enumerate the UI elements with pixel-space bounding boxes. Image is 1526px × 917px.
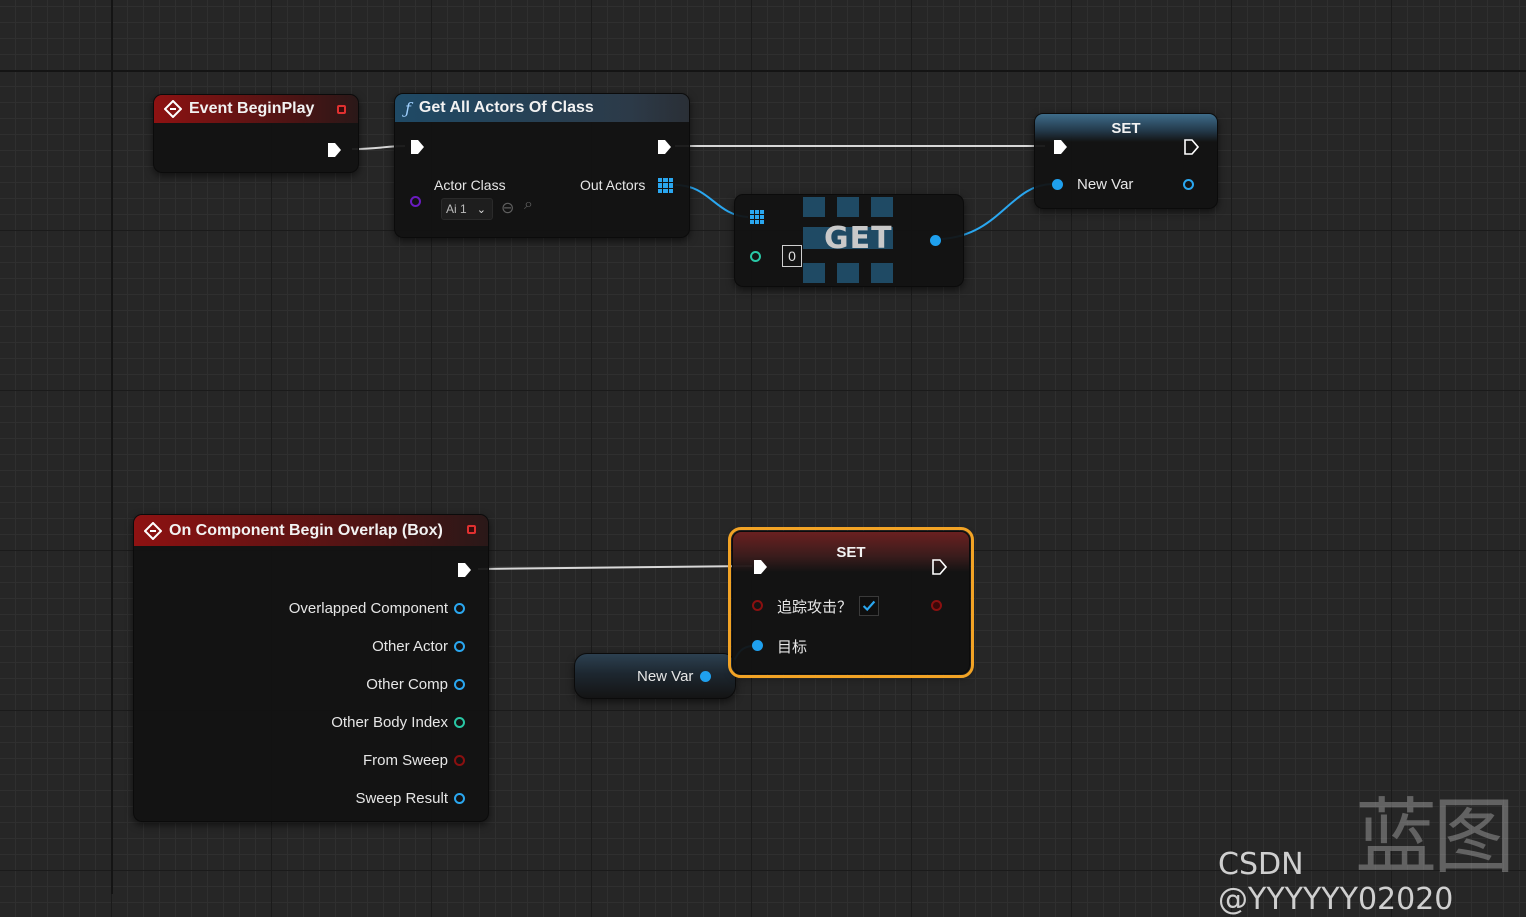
use-selected-asset-icon[interactable]: ⊖ <box>501 198 514 218</box>
actor-class-label: Actor Class <box>434 177 506 193</box>
exec-in-pin[interactable] <box>1052 139 1068 155</box>
exec-in-pin[interactable] <box>752 559 768 575</box>
event-diamond-icon <box>164 100 182 118</box>
delegate-pin[interactable] <box>467 525 476 534</box>
event-beginplay-title: Event BeginPlay <box>189 100 315 117</box>
other-comp-pin[interactable] <box>454 679 465 690</box>
tracking-attack-checkbox[interactable] <box>859 596 879 616</box>
exec-out-pin[interactable] <box>931 559 947 575</box>
from-sweep-label: From Sweep <box>362 752 448 769</box>
delegate-pin[interactable] <box>337 105 346 114</box>
actor-class-pin[interactable] <box>410 196 421 207</box>
exec-out-pin[interactable] <box>1183 139 1199 155</box>
exec-out-pin[interactable] <box>326 142 342 158</box>
get-all-actors-of-class-node[interactable]: ƒ Get All Actors Of Class Actor Class Ai… <box>394 93 690 238</box>
on-component-begin-overlap-node[interactable]: On Component Begin Overlap (Box) Overlap… <box>133 514 489 822</box>
new-var-getter-label: New Var <box>637 668 694 685</box>
overlap-title: On Component Begin Overlap (Box) <box>169 521 443 539</box>
sweep-result-pin[interactable] <box>454 793 465 804</box>
event-diamond-icon <box>144 521 162 540</box>
new-var-in-pin[interactable] <box>1052 179 1063 190</box>
exec-wire-overlap-to-set <box>477 565 753 570</box>
element-out-pin[interactable] <box>930 235 941 246</box>
new-var-getter-node[interactable]: New Var <box>574 653 736 699</box>
other-actor-label: Other Actor <box>372 638 448 655</box>
set-header: SET <box>1035 114 1217 142</box>
out-actors-label: Out Actors <box>580 177 646 193</box>
index-pin[interactable] <box>750 251 761 262</box>
event-beginplay-node[interactable]: Event BeginPlay <box>153 94 359 173</box>
other-actor-pin[interactable] <box>454 641 465 652</box>
set-new-var-node[interactable]: SET New Var <box>1034 113 1218 209</box>
new-var-getter-out-pin[interactable] <box>700 671 711 682</box>
new-var-label: New Var <box>1077 176 1134 193</box>
get-all-actors-header: ƒ Get All Actors Of Class <box>395 94 689 122</box>
tracking-attack-out-pin[interactable] <box>931 600 942 611</box>
exec-out-pin[interactable] <box>456 562 472 578</box>
array-get-node[interactable]: GET 0 <box>734 194 964 287</box>
checkmark-icon <box>862 600 876 612</box>
set-tracking-node[interactable]: SET 追踪攻击？ 目标 <box>728 527 974 678</box>
array-in-pin-icon[interactable] <box>750 210 764 224</box>
array-pin-icon[interactable] <box>658 178 673 193</box>
actor-class-dropdown[interactable]: Ai 1 ⌄ <box>441 198 493 220</box>
new-var-out-pin[interactable] <box>1183 179 1194 190</box>
get-all-actors-title: Get All Actors Of Class <box>418 99 594 116</box>
target-in-pin[interactable] <box>752 640 763 651</box>
other-body-index-pin[interactable] <box>454 717 465 728</box>
other-body-index-label: Other Body Index <box>331 714 448 731</box>
chevron-down-icon: ⌄ <box>476 203 486 216</box>
exec-in-pin[interactable] <box>409 139 425 155</box>
other-comp-label: Other Comp <box>366 676 448 693</box>
exec-out-pin[interactable] <box>656 139 672 155</box>
tracking-attack-in-pin[interactable] <box>752 600 763 611</box>
function-icon: ƒ <box>405 98 411 118</box>
watermark-text: CSDN @YYYYYY02020 <box>1218 847 1454 917</box>
overlapped-component-label: Overlapped Component <box>288 600 448 617</box>
get-title: GET <box>824 221 893 256</box>
overlapped-component-pin[interactable] <box>454 603 465 614</box>
browse-search-icon[interactable]: ⌕ <box>524 196 533 214</box>
actor-class-value: Ai 1 <box>446 202 467 216</box>
index-input[interactable]: 0 <box>782 245 802 267</box>
from-sweep-pin[interactable] <box>454 755 465 766</box>
tracking-attack-label: 追踪攻击？ <box>777 599 853 616</box>
event-beginplay-header: Event BeginPlay <box>154 95 358 123</box>
target-label: 目标 <box>777 639 808 656</box>
sweep-result-label: Sweep Result <box>355 790 448 807</box>
overlap-header: On Component Begin Overlap (Box) <box>134 515 488 546</box>
